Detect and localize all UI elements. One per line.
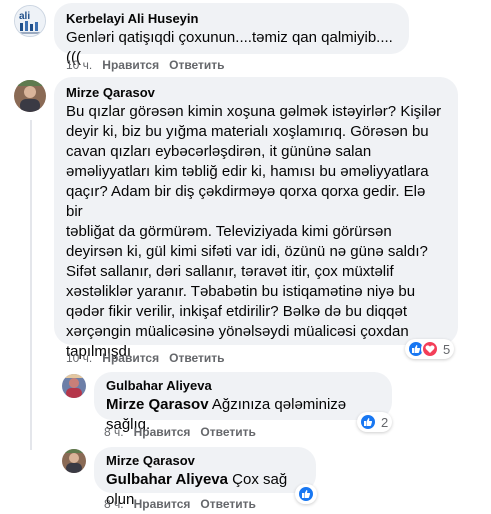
comment-mirze-main: Mirze Qarasov Bu qızlar görəsən kimin xo… [0,75,491,370]
comment-text-line: xərçəngin müalicəsinə yönəlsəydi müalicə… [66,323,409,340]
comment-author[interactable]: Kerbelayi Ali Huseyin [66,11,397,26]
comment-author[interactable]: Gulbahar Aliyeva [106,378,380,393]
avatar[interactable] [62,449,86,473]
reply-mirze: Mirze Qarasov Gulbahar Aliyeva Çox sağ o… [0,445,491,514]
profile-photo-icon [62,374,86,398]
comment-actions: 8 ч. Нравится Ответить [104,497,266,511]
reply-gulbahar: Gulbahar Aliyeva Mirze Qarasov Ağzınıza … [0,370,491,445]
reaction-summary[interactable] [295,484,317,504]
profile-photo-icon [14,80,46,112]
like-button[interactable]: Нравится [102,58,159,72]
comment-actions: 10 ч. Нравится Ответить [66,351,235,365]
reaction-summary[interactable]: 5 [405,339,455,359]
reply-bubble: Mirze Qarasov Gulbahar Aliyeva Çox sağ o… [94,447,316,508]
avatar[interactable] [62,374,86,398]
comment-text-line: xəstəliklər yaranır. Təbabətin bu istiqa… [66,283,416,300]
comment-text-line: qaçır? Adam bir diş çəkdirməyə qorxa qor… [66,183,426,220]
reaction-summary[interactable]: 2 [357,412,393,432]
comment-text-line: əməliyyatları kim təbliğ edir ki, hamısı… [66,163,429,180]
comment-time[interactable]: 8 ч. [104,425,124,439]
comment-text-line: deyirsən ki, gül kimi sifəti var idi, öz… [66,243,428,260]
profile-photo-icon [62,449,86,473]
comment-text-line: cavan qızları eybəcərləşdirən, it gününə… [66,143,372,160]
comment-time[interactable]: 10 ч. [66,351,92,365]
comment-text-line: Bu qızlar görəsən kimin xoşuna gəlmək is… [66,103,442,120]
avatar[interactable] [14,80,46,112]
reply-button[interactable]: Ответить [200,497,255,511]
comment-kerbelayi: ali Kerbelayi Ali Huseyin Genləri qatişı… [0,0,491,75]
svg-text:ali: ali [19,11,30,22]
comment-actions: 10 ч. Нравится Ответить [66,58,235,72]
love-reaction-icon [421,340,439,358]
logo-avatar-icon: ali [15,6,45,36]
mention-link[interactable]: Mirze Qarasov [106,396,209,413]
comment-author[interactable]: Mirze Qarasov [106,453,304,468]
like-button[interactable]: Нравится [102,351,159,365]
comment-text-line: təbliğat da görmürəm. Televiziyada kimi … [66,223,392,240]
like-button[interactable]: Нравится [134,425,191,439]
comment-time[interactable]: 10 ч. [66,58,92,72]
mention-link[interactable]: Gulbahar Aliyeva [106,471,228,488]
reply-button[interactable]: Ответить [169,58,224,72]
reaction-count: 2 [381,414,389,430]
comment-actions: 8 ч. Нравится Ответить [104,425,266,439]
reaction-count: 5 [443,341,451,357]
comment-author[interactable]: Mirze Qarasov [66,85,446,100]
like-reaction-icon [359,413,377,431]
comment-bubble: Mirze Qarasov Bu qızlar görəsən kimin xo… [54,77,458,360]
like-button[interactable]: Нравится [134,497,191,511]
reply-button[interactable]: Ответить [200,425,255,439]
comment-time[interactable]: 8 ч. [104,497,124,511]
comment-text-line: qədər fikir verilir, inkişaf etdirilir? … [66,303,407,320]
avatar[interactable]: ali [14,5,46,37]
like-reaction-icon [297,485,315,503]
comment-bubble: Kerbelayi Ali Huseyin Genləri qatişıqdi … [54,3,409,66]
comment-text-line: deyir ki, biz bu yığma materialı xoşlamı… [66,123,429,140]
reply-bubble: Gulbahar Aliyeva Mirze Qarasov Ağzınıza … [94,372,392,433]
reply-button[interactable]: Ответить [169,351,224,365]
comment-text-line: Sifət sallanır, dəri sallanır, təravət i… [66,263,394,280]
